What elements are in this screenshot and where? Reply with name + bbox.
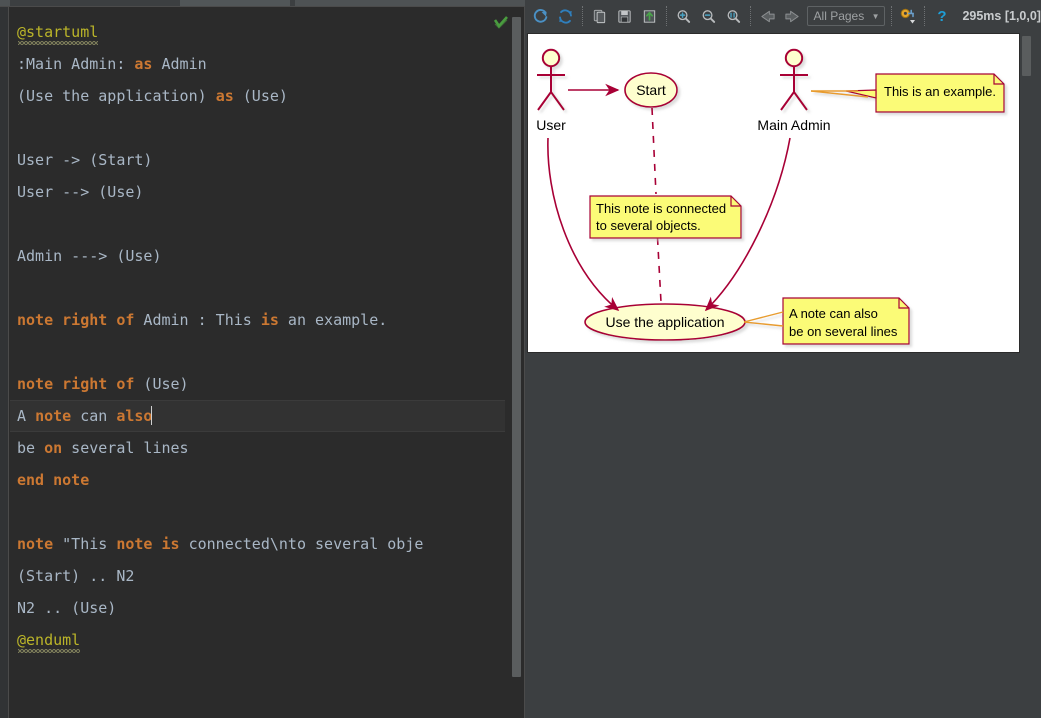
code-line[interactable] — [10, 208, 505, 240]
code-token: (Use) — [134, 375, 189, 393]
code-line[interactable]: note "This note is connected\nto several… — [10, 528, 505, 560]
note-shared-line-1: to several objects. — [596, 218, 701, 233]
code-line[interactable] — [10, 272, 505, 304]
code-line[interactable]: end note — [10, 464, 505, 496]
text-caret — [151, 406, 153, 425]
code-token: User -> (Start) — [17, 151, 153, 169]
next-page-icon[interactable] — [780, 3, 805, 29]
code-token: an example. — [278, 311, 388, 329]
save-icon[interactable] — [612, 3, 637, 29]
green-check-icon[interactable] — [493, 15, 509, 31]
code-line[interactable]: User --> (Use) — [10, 176, 505, 208]
code-token: Admin ---> (Use) — [17, 247, 162, 265]
code-token: as — [134, 55, 153, 73]
uml-usecase-diagram: User Main Admin Start Use the applicatio… — [536, 48, 1005, 345]
code-editor-pane[interactable]: @startuml:Main Admin: as Admin (Use the a… — [0, 6, 525, 718]
code-token: is — [260, 311, 279, 329]
page-select-value: All Pages — [813, 9, 865, 23]
code-token: N2 .. (Use) — [17, 599, 117, 617]
code-token: is — [152, 535, 180, 553]
chevron-down-icon: ▼ — [871, 11, 880, 21]
page-select[interactable]: All Pages ▼ — [806, 6, 885, 26]
actor-user — [537, 48, 565, 111]
code-line[interactable] — [10, 336, 505, 368]
code-line[interactable]: be on several lines — [10, 432, 505, 464]
code-token: @startuml — [17, 23, 99, 41]
toolbar-separator-5 — [924, 6, 926, 26]
usecase-use-label: Use the application — [605, 314, 724, 330]
code-token: note — [35, 407, 72, 425]
code-line[interactable]: @startuml — [10, 16, 505, 48]
code-token: "This — [53, 535, 117, 553]
toolbar-separator-3 — [749, 6, 751, 26]
code-token: on — [44, 439, 63, 457]
preview-toolbar: All Pages ▼ ? 295ms [1,0,0] — [525, 0, 1041, 33]
actor-user-label: User — [536, 117, 566, 133]
export-icon[interactable] — [637, 3, 662, 29]
copy-icon[interactable] — [587, 3, 612, 29]
zoom-out-icon[interactable] — [696, 3, 721, 29]
code-token: also — [116, 407, 153, 425]
toolbar-separator-2 — [665, 6, 667, 26]
code-token: @enduml — [17, 631, 81, 649]
code-line[interactable]: N2 .. (Use) — [10, 592, 505, 624]
code-token: end note — [17, 471, 90, 489]
code-line[interactable] — [10, 496, 505, 528]
code-line[interactable]: :Main Admin: as Admin — [10, 48, 505, 80]
code-token: several lines — [62, 439, 189, 457]
sync-icon[interactable] — [553, 3, 578, 29]
actor-main-admin-label: Main Admin — [757, 117, 830, 133]
code-line[interactable]: Admin ---> (Use) — [10, 240, 505, 272]
code-token: A — [17, 407, 36, 425]
code-line[interactable]: @enduml — [10, 624, 505, 656]
code-text-area[interactable]: @startuml:Main Admin: as Admin (Use the a… — [10, 7, 505, 718]
code-line[interactable]: User -> (Start) — [10, 144, 505, 176]
toolbar-separator-1 — [581, 6, 583, 26]
usecase-start-label: Start — [636, 82, 666, 98]
code-token: Admin — [152, 55, 207, 73]
code-token: (Use the application) — [17, 87, 216, 105]
settings-icon[interactable] — [896, 3, 921, 29]
code-token: as — [215, 87, 234, 105]
code-token: Admin : This — [134, 311, 261, 329]
code-line[interactable] — [10, 112, 505, 144]
actor-main-admin — [780, 48, 808, 111]
note-admin-line-0: This is an example. — [884, 84, 996, 99]
code-token: note — [116, 535, 153, 553]
code-token: User --> (Use) — [17, 183, 144, 201]
help-icon[interactable]: ? — [929, 3, 954, 29]
code-token: (Use) — [233, 87, 288, 105]
diagram-canvas[interactable]: User Main Admin Start Use the applicatio… — [527, 33, 1020, 353]
code-token: :Main Admin: — [17, 55, 135, 73]
code-token: note right of — [17, 375, 135, 393]
note-use-line-0: A note can also — [789, 306, 878, 321]
code-line[interactable]: (Use the application) as (Use) — [10, 80, 505, 112]
editor-scrollbar-thumb[interactable] — [512, 17, 521, 677]
prev-page-icon[interactable] — [755, 3, 780, 29]
code-token: note — [17, 535, 54, 553]
code-line[interactable]: note right of Admin : This is an example… — [10, 304, 505, 336]
refresh-icon[interactable] — [528, 3, 553, 29]
code-line[interactable]: (Start) .. N2 — [10, 560, 505, 592]
code-token: note right of — [17, 311, 135, 329]
note-shared-line-0: This note is connected — [596, 201, 726, 216]
preview-pane: All Pages ▼ ? 295ms [1,0,0] User Main Ad… — [525, 0, 1041, 718]
editor-gutter — [0, 7, 9, 718]
toolbar-separator-4 — [890, 6, 892, 26]
code-token: (Start) .. N2 — [17, 567, 135, 585]
note-use-line-1: be on several lines — [789, 324, 898, 339]
code-token: connected\nto several obje — [179, 535, 424, 553]
zoom-fit-icon[interactable] — [721, 3, 746, 29]
zoom-in-icon[interactable] — [671, 3, 696, 29]
svg-text:?: ? — [937, 8, 946, 25]
code-token: be — [17, 439, 45, 457]
preview-scrollbar-thumb[interactable] — [1022, 36, 1031, 76]
application-window: @startuml:Main Admin: as Admin (Use the a… — [0, 0, 1041, 718]
render-time-label: 295ms [1,0,0] — [962, 9, 1041, 23]
code-token: can — [71, 407, 117, 425]
code-line[interactable]: A note can also — [10, 400, 505, 432]
code-line[interactable]: note right of (Use) — [10, 368, 505, 400]
